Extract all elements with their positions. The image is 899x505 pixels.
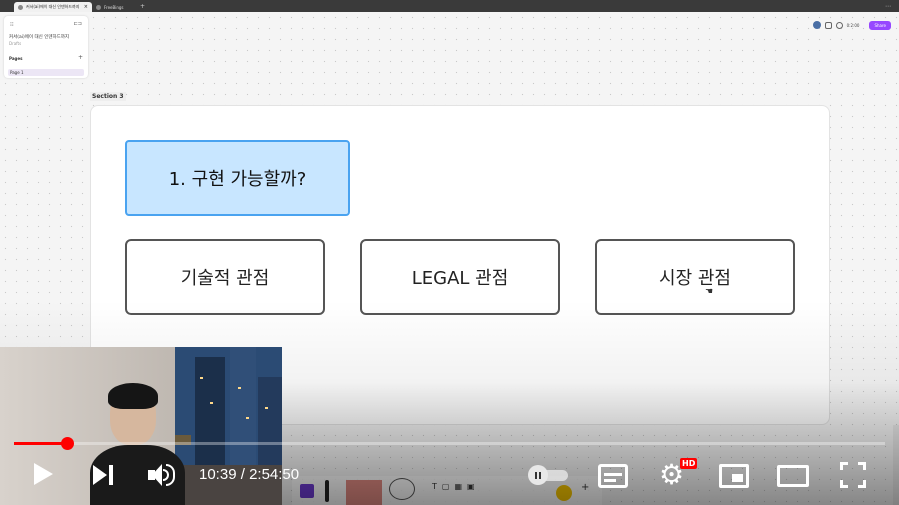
tab-label: 커서(ai)에이 대신 인덴하드까지 — [26, 4, 80, 9]
present-icon[interactable] — [824, 21, 832, 29]
webcam-building — [230, 347, 256, 467]
sticky-title[interactable]: 1. 구현 가능할까? — [125, 140, 350, 216]
time-display: 10:39 / 2:54:50 — [199, 466, 299, 483]
autoplay-toggle[interactable] — [528, 465, 568, 485]
volume-icon[interactable] — [148, 463, 176, 489]
webcam-light — [246, 417, 249, 419]
subtitles-icon[interactable] — [598, 464, 628, 488]
next-icon[interactable] — [93, 465, 115, 487]
file-location: Drafts — [9, 41, 22, 46]
share-button[interactable]: Share — [869, 20, 891, 30]
figjam-left-panel: ⁝⁝ ⊏⊐ 커서(ai)에이 대신 인덴하드까지 Drafts Pages + … — [4, 16, 88, 78]
theater-mode-icon[interactable] — [777, 465, 809, 487]
time-total: 2:54:50 — [249, 466, 300, 483]
tab-close-icon[interactable]: × — [84, 4, 88, 10]
time-current: 10:39 — [199, 466, 237, 483]
webcam-person-hair — [108, 383, 158, 409]
progress-played — [14, 442, 68, 445]
browser-menu-icon[interactable]: ⋯ — [885, 3, 899, 10]
fullscreen-icon[interactable] — [840, 462, 866, 488]
webcam-building — [195, 357, 225, 467]
time-separator: / — [236, 466, 250, 483]
add-page-button[interactable]: + — [78, 54, 83, 61]
new-tab-button[interactable]: + — [140, 3, 145, 10]
hand-cursor-icon: ☚ — [705, 287, 714, 297]
browser-tab-bar: 커서(ai)에이 대신 인덴하드까지 × FreeBings + ⋯ — [0, 0, 899, 12]
page-item-1[interactable]: Page 1 — [8, 69, 84, 76]
browser-tab-active[interactable]: 커서(ai)에이 대신 인덴하드까지 × — [14, 2, 92, 12]
figjam-menu-icon[interactable]: ⁝⁝ — [10, 21, 14, 28]
section-label[interactable]: Section 3 — [90, 92, 126, 101]
file-name[interactable]: 커서(ai)에이 대신 인덴하드까지 — [9, 34, 69, 40]
webcam-light — [210, 402, 213, 404]
browser-tab[interactable]: FreeBings — [92, 2, 136, 12]
timer-icon[interactable] — [835, 21, 843, 29]
progress-bar[interactable] — [14, 437, 885, 450]
webcam-light — [200, 377, 203, 379]
favicon-icon — [18, 4, 23, 10]
hd-badge: HD — [680, 458, 698, 469]
pause-icon — [528, 465, 548, 485]
panel-toggle-icon[interactable]: ⊏⊐ — [74, 21, 82, 27]
webcam-light — [265, 407, 268, 409]
tab-label: FreeBings — [104, 4, 124, 10]
miniplayer-icon[interactable] — [719, 464, 749, 488]
webcam-building — [258, 377, 282, 467]
webcam-light — [238, 387, 241, 389]
pages-heading: Pages — [9, 56, 23, 61]
favicon-icon — [96, 4, 101, 10]
avatar[interactable] — [812, 21, 821, 29]
figjam-top-toolbar: 0:2:00 Share — [812, 18, 891, 32]
play-icon[interactable] — [34, 463, 53, 485]
timer-readout: 0:2:00 — [846, 22, 860, 28]
